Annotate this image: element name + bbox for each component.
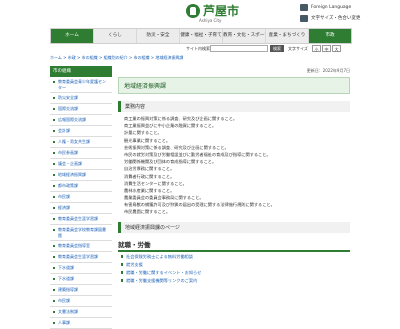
- updated-date: 更新日：2022年9月7日: [306, 68, 350, 73]
- sidebar-item[interactable]: 都市政策課: [50, 181, 112, 192]
- duty-item: 計量に関すること。: [124, 130, 162, 136]
- nav-item-health[interactable]: 健康・福祉・子育て: [180, 29, 223, 43]
- sidebar-item[interactable]: 教育委員会学校教育課図書館: [50, 225, 112, 241]
- search-button[interactable]: 検索: [270, 45, 284, 52]
- sidebar-item[interactable]: 文書法制課: [50, 307, 112, 318]
- sidebar-item[interactable]: 防災安全課: [50, 93, 112, 104]
- duty-item: 消費生活センターに関すること。: [124, 180, 187, 186]
- header-link-label[interactable]: Foreign Language: [311, 5, 351, 10]
- font-size-label: 文字サイズ: [288, 46, 308, 51]
- sidebar-item[interactable]: 下水道課: [50, 274, 112, 285]
- sidebar-item[interactable]: 教育委員会青少年愛護センター: [50, 77, 112, 93]
- sidebar-item[interactable]: 下水道課: [50, 263, 112, 274]
- employment-heading: 就職・労働: [118, 239, 350, 253]
- nav-item-industry[interactable]: 産業・まちづくり: [266, 29, 309, 43]
- sidebar: 市の組織 教育委員会青少年愛護センター 防災安全課 国際交流課 広報国際交流課 …: [50, 66, 112, 329]
- header-link-foreign-language[interactable]: Foreign Language: [300, 3, 396, 11]
- duties-list: 商工業の振興対策に係る調査、研究及び企画に関すること。 商工業振興並びに中小企業…: [118, 116, 350, 215]
- duty-item: 農林水産業に関すること。: [124, 187, 175, 193]
- employment-link[interactable]: 就職・労働に関するイベント・お知らせ: [121, 270, 350, 276]
- duty-item: 消費者行政に関すること。: [124, 173, 175, 179]
- header: 芦屋市 Ashiya City Foreign Language 文字サイズ・色…: [0, 0, 400, 27]
- duty-item: 市民農園に関すること。: [124, 209, 171, 215]
- nav-item-safety[interactable]: 防災・安全: [137, 29, 180, 43]
- text-size-icon: [300, 14, 308, 22]
- nav-item-home[interactable]: ホーム: [51, 29, 94, 43]
- header-link-label[interactable]: 文字サイズ・色合い変更: [311, 15, 360, 21]
- employment-link[interactable]: 就職・労働支援機関等リンクのご案内: [121, 278, 350, 284]
- sidebar-item[interactable]: 国際交流課: [50, 104, 112, 115]
- sidebar-item[interactable]: 会計課: [50, 126, 112, 137]
- sidebar-item[interactable]: 経済課: [50, 203, 112, 214]
- employment-link[interactable]: 社会保険労務士による無料労働相談: [121, 254, 350, 260]
- sidebar-item[interactable]: 教育委員会生涯学習課: [50, 252, 112, 263]
- header-link-text-size[interactable]: 文字サイズ・色合い変更: [300, 14, 396, 22]
- sidebar-item[interactable]: 地域経済振興課: [50, 170, 112, 181]
- duty-item: 自治労厚務に関すること。: [124, 166, 175, 172]
- duty-item: 商工業振興並びに中小企業の融資に関すること。: [124, 123, 217, 129]
- header-links: Foreign Language 文字サイズ・色合い変更: [300, 3, 396, 25]
- font-size-medium-button[interactable]: 中: [322, 45, 331, 52]
- main-navigation: ホーム くらし 防災・安全 健康・福祉・子育て 教育・文化・スポーツ 産業・まち…: [50, 28, 352, 44]
- duty-item: 市民の就労対策及び労働相談並びに勤労者福祉の育成及び指導に関すること。: [124, 151, 271, 157]
- nav-item-education[interactable]: 教育・文化・スポーツ: [223, 29, 266, 43]
- site-name: 芦屋市: [203, 4, 240, 18]
- nav-item-living[interactable]: くらし: [94, 29, 137, 43]
- duties-heading: 業務内容: [118, 101, 350, 112]
- site-subtitle: Ashiya City: [199, 18, 222, 23]
- pages-heading: 地域経済振興課のページ: [118, 222, 350, 234]
- sidebar-item[interactable]: 教育委員会生涯学習課: [50, 214, 112, 225]
- sidebar-item[interactable]: 人権・男女共生課: [50, 137, 112, 148]
- employment-link[interactable]: 就労支援: [121, 262, 350, 268]
- duty-item: 労働関係機関及び団体の育成指導に関すること。: [124, 159, 217, 165]
- sidebar-item[interactable]: 市民課: [50, 192, 112, 203]
- duty-item: 商工業の振興対策に係る調査、研究及び企画に関すること。: [124, 116, 238, 121]
- duty-item: 有害鳥獣の捕獲許可及び狩猟の届出の受理に関する法律施行規則に関すること。: [124, 202, 275, 208]
- sidebar-item[interactable]: 市民参画課: [50, 148, 112, 159]
- site-logo[interactable]: 芦屋市: [186, 4, 239, 18]
- sidebar-item[interactable]: 広報国際交流課: [50, 115, 112, 126]
- toolbar: サイト内検索 検索 文字サイズ 小 中 大: [50, 45, 350, 54]
- sidebar-item[interactable]: 人事課: [50, 318, 112, 329]
- font-size-large-button[interactable]: 大: [332, 45, 341, 52]
- search-label: サイト内検索: [186, 46, 210, 51]
- breadcrumb[interactable]: ホーム > 市政 > 市の組織 > 組織別の紹介 > 市の組織 > 地域経済振興…: [50, 55, 183, 61]
- sidebar-title: 市の組織: [50, 66, 112, 77]
- sidebar-item[interactable]: 建築指導課: [50, 285, 112, 296]
- sidebar-item[interactable]: 市民課: [50, 296, 112, 307]
- duty-item: 観光事業に関すること。: [124, 137, 171, 143]
- search-input[interactable]: [210, 45, 268, 52]
- city-emblem-icon: [186, 4, 200, 18]
- nav-item-city-government[interactable]: 市政: [309, 29, 351, 43]
- font-size-small-button[interactable]: 小: [312, 45, 321, 52]
- sidebar-item[interactable]: 教育委員会指導室: [50, 241, 112, 252]
- main-content: 更新日：2022年9月7日 地域経済振興課 業務内容 商工業の振興対策に係る調査…: [118, 66, 350, 286]
- duty-item: 農業委員会の委員会事務局に関すること。: [124, 195, 204, 201]
- globe-icon: [300, 3, 308, 11]
- duty-item: 芸術振興対策に係る調査、研究及び企画に関すること。: [124, 144, 229, 150]
- sidebar-item[interactable]: 議会・企画課: [50, 159, 112, 170]
- page-title: 地域経済振興課: [118, 77, 350, 94]
